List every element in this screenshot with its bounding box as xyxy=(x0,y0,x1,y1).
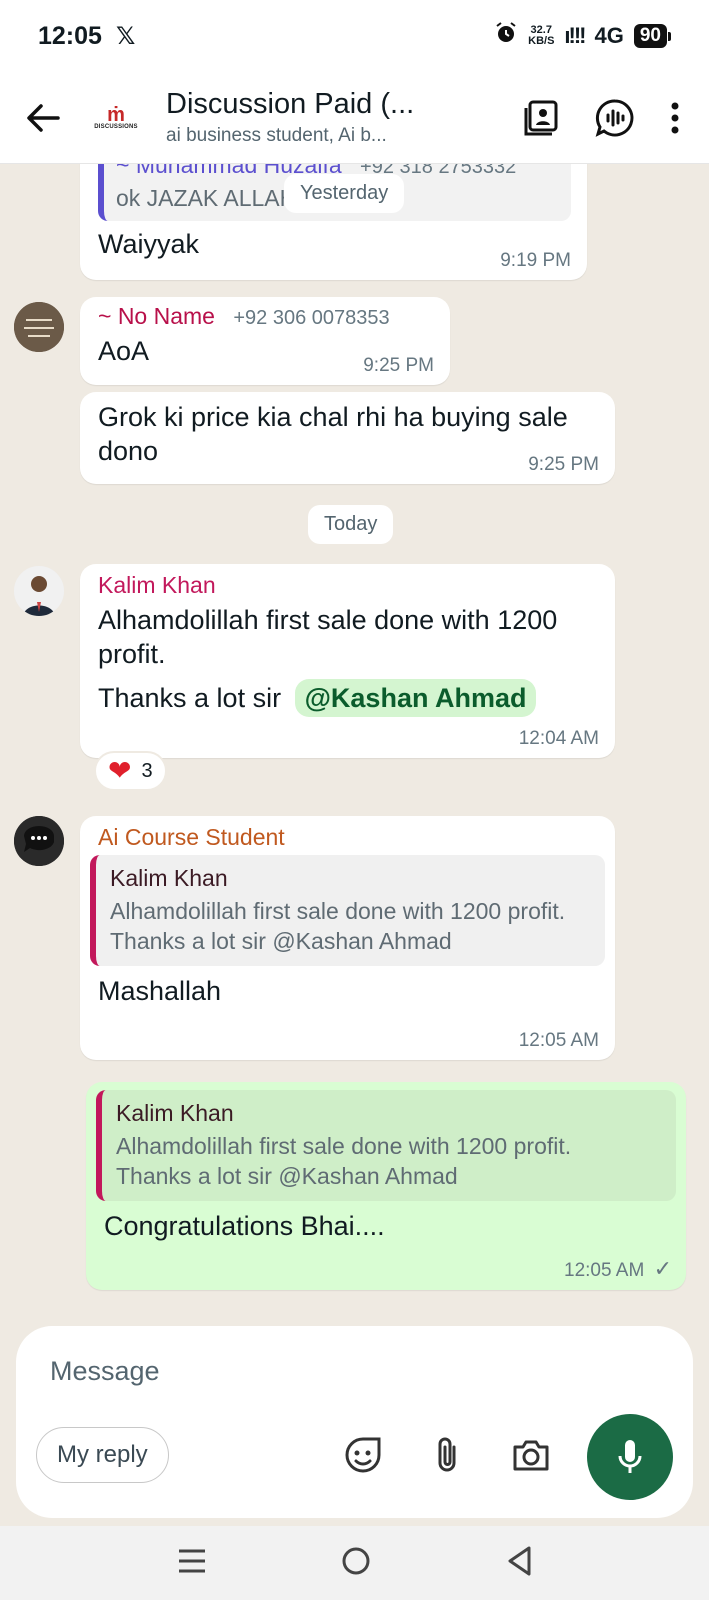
message-time: 12:05 AM xyxy=(518,1030,599,1051)
message-time: 12:04 AM xyxy=(518,728,599,749)
quote-text: Alhamdolillah first sale done with 1200 … xyxy=(110,898,566,924)
home-circle-icon xyxy=(342,1547,369,1574)
contact-book-icon xyxy=(524,100,558,135)
sticker-icon xyxy=(345,1437,381,1473)
user-avatar-icon xyxy=(14,566,64,616)
quote-sender: Kalim Khan xyxy=(116,1100,234,1126)
message-text: Grok ki price kia chal rhi ha buying sal… xyxy=(98,402,568,466)
avatar[interactable] xyxy=(14,302,64,352)
triangle-back-icon xyxy=(508,1546,530,1575)
message-bubble-outgoing[interactable]: Kalim Khan Alhamdolillah first sale done… xyxy=(86,1082,686,1290)
alarm-icon xyxy=(494,21,518,51)
camera-icon xyxy=(513,1440,549,1471)
message-text: Mashallah xyxy=(98,976,222,1006)
chat-header: ṁ DISCUSSIONS Discussion Paid (... ai bu… xyxy=(0,72,709,164)
more-options-button[interactable] xyxy=(663,92,687,144)
home-button[interactable] xyxy=(340,1545,372,1582)
battery-icon: 90 xyxy=(633,24,671,48)
message-bubble[interactable]: Kalim Khan Alhamdolillah first sale done… xyxy=(80,564,615,758)
quote-text: Alhamdolillah first sale done with 1200 … xyxy=(116,1133,572,1159)
quote-text-line2: Thanks a lot sir @Kashan Ahmad xyxy=(116,1163,458,1189)
user-avatar-icon xyxy=(14,302,64,352)
battery-level: 90 xyxy=(633,24,667,48)
status-time: 12:05 xyxy=(38,21,102,50)
message-sender: Ai Course Student xyxy=(98,824,285,850)
recents-button[interactable] xyxy=(177,1548,207,1579)
signal-icon: ı!!! xyxy=(564,23,586,48)
microphone-icon xyxy=(618,1440,642,1473)
message-time: 9:25 PM xyxy=(363,355,434,376)
avatar[interactable] xyxy=(14,816,64,866)
quoted-message[interactable]: Kalim Khan Alhamdolillah first sale done… xyxy=(90,855,605,966)
message-bubble[interactable]: ~ No Name +92 306 0078353 AoA 9:25 PM xyxy=(80,297,450,385)
user-avatar-icon xyxy=(14,816,64,866)
attach-button[interactable] xyxy=(422,1430,472,1480)
message-composer: Message My reply xyxy=(16,1326,693,1518)
message-text: Alhamdolillah first sale done with 1200 … xyxy=(98,605,558,669)
mic-button[interactable] xyxy=(587,1414,673,1500)
group-title: Discussion Paid (... xyxy=(166,88,415,120)
camera-button[interactable] xyxy=(506,1430,556,1480)
more-vertical-icon xyxy=(671,102,679,133)
avatar[interactable] xyxy=(14,566,64,616)
paperclip-icon xyxy=(438,1437,456,1472)
heart-icon: ❤ xyxy=(108,755,132,786)
message-sender: ~ No Name +92 306 0078353 xyxy=(98,303,390,329)
menu-lines-icon xyxy=(178,1549,205,1572)
x-logo-icon: 𝕏 xyxy=(115,22,136,50)
group-logo-icon: ṁ xyxy=(107,103,125,126)
message-bubble[interactable]: Ai Course Student Kalim Khan Alhamdolill… xyxy=(80,816,615,1060)
network-type: 4G xyxy=(594,23,624,48)
audio-waveform-icon xyxy=(595,98,634,137)
quote-text-line2: Thanks a lot sir @Kashan Ahmad xyxy=(110,928,452,954)
date-divider-yesterday: Yesterday xyxy=(284,174,405,213)
speed-unit: KB/S xyxy=(528,35,555,47)
group-info[interactable]: Discussion Paid (... ai business student… xyxy=(166,88,446,147)
system-back-button[interactable] xyxy=(505,1545,533,1582)
date-divider-today: Today xyxy=(308,505,394,544)
mention-tag[interactable]: @Kashan Ahmad xyxy=(294,679,537,717)
my-reply-chip[interactable]: My reply xyxy=(36,1427,169,1483)
message-time: 12:05 AM ✓ xyxy=(564,1256,672,1281)
message-text-line2: Thanks a lot sir @Kashan Ahmad xyxy=(98,679,599,717)
chat-area[interactable]: ~ Muhammad Huzaifa +92 318 2753332 ok JA… xyxy=(0,164,709,1326)
contact-card-button[interactable] xyxy=(515,92,567,144)
message-text: Congratulations Bhai.... xyxy=(104,1211,385,1241)
voice-chat-button[interactable] xyxy=(589,92,641,144)
group-logo-text: DISCUSSIONS xyxy=(94,123,138,130)
status-bar: 12:05 𝕏 32.7 KB/S ı!!! 4G 90 xyxy=(0,0,709,72)
network-speed: 32.7 KB/S xyxy=(528,25,554,47)
system-nav-bar xyxy=(0,1526,709,1600)
back-arrow-icon xyxy=(27,103,60,132)
message-input[interactable]: Message xyxy=(50,1356,160,1387)
quoted-message[interactable]: Kalim Khan Alhamdolillah first sale done… xyxy=(96,1090,676,1201)
group-avatar[interactable]: ṁ DISCUSSIONS xyxy=(86,87,146,148)
message-sender: Kalim Khan xyxy=(98,572,216,598)
group-members: ai business student, Ai b... xyxy=(166,125,387,146)
reaction-count: 3 xyxy=(141,759,153,782)
sticker-button[interactable] xyxy=(338,1430,388,1480)
sent-check-icon: ✓ xyxy=(653,1256,672,1281)
message-bubble[interactable]: Grok ki price kia chal rhi ha buying sal… xyxy=(80,392,615,484)
quote-sender: Kalim Khan xyxy=(110,865,228,891)
message-time: 9:19 PM xyxy=(500,250,571,271)
back-button[interactable] xyxy=(20,95,66,141)
reaction-badge[interactable]: ❤ 3 xyxy=(94,751,167,791)
message-time: 9:25 PM xyxy=(528,454,599,475)
